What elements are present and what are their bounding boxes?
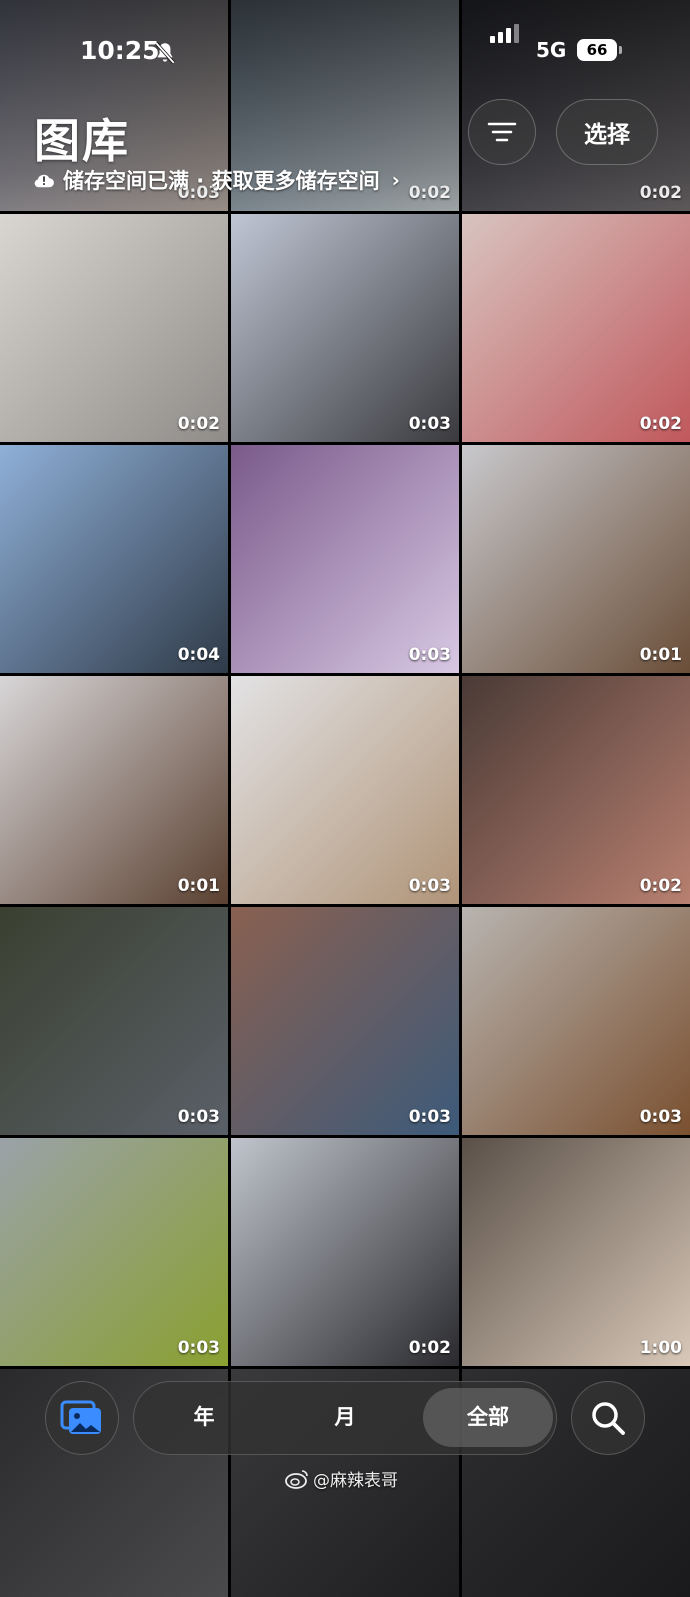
- video-duration: 1:00: [639, 1338, 682, 1358]
- status-time: 10:25: [80, 36, 160, 65]
- page-title: 图库: [34, 114, 130, 168]
- video-duration: 0:03: [408, 414, 451, 434]
- video-thumbnail[interactable]: 0:02: [0, 214, 228, 442]
- video-duration: 0:02: [639, 876, 682, 896]
- video-duration: 0:03: [177, 1338, 220, 1358]
- video-thumbnail[interactable]: 0:02: [462, 676, 690, 904]
- tab-month[interactable]: 月: [315, 1382, 375, 1453]
- video-duration: 0:03: [408, 1107, 451, 1127]
- watermark: @麻辣表哥: [285, 1466, 398, 1491]
- video-thumbnail[interactable]: 0:03: [0, 907, 228, 1135]
- video-duration: 0:01: [639, 645, 682, 665]
- video-thumbnail[interactable]: 0:03: [0, 1138, 228, 1366]
- video-thumbnail[interactable]: 0:03: [231, 445, 459, 673]
- storage-notice[interactable]: 储存空间已满 · 获取更多储存空间 ›: [33, 165, 400, 195]
- video-duration: 0:04: [177, 645, 220, 665]
- video-thumbnail[interactable]: 0:01: [462, 445, 690, 673]
- view-switcher: 年 月 全部: [133, 1381, 557, 1455]
- video-thumbnail[interactable]: 0:02: [462, 214, 690, 442]
- library-button[interactable]: [45, 1381, 119, 1455]
- filter-lines-icon: [487, 122, 517, 142]
- video-duration: 0:03: [408, 876, 451, 896]
- filter-button[interactable]: [468, 99, 536, 165]
- select-button[interactable]: 选择: [556, 99, 658, 165]
- video-thumbnail[interactable]: 0:03: [231, 676, 459, 904]
- watermark-text: @麻辣表哥: [313, 1471, 398, 1491]
- status-bar: 10:25 5G 66: [0, 24, 690, 68]
- photo-grid: 0:03 0:02 0:02 0:02 0:03 0:02 0:04 0:03 0:01 0:01…: [0, 0, 690, 1597]
- video-duration: 0:02: [408, 1338, 451, 1358]
- photos-library-icon: [60, 1400, 101, 1434]
- video-duration: 0:01: [177, 876, 220, 896]
- video-thumbnail[interactable]: 0:03: [462, 907, 690, 1135]
- video-duration: 0:03: [639, 1107, 682, 1127]
- video-thumbnail[interactable]: 0:03: [231, 907, 459, 1135]
- video-duration: 0:02: [639, 414, 682, 434]
- battery-indicator: 66: [577, 39, 617, 61]
- network-type: 5G: [536, 38, 567, 62]
- video-duration: 0:02: [639, 183, 682, 203]
- video-duration: 0:02: [408, 183, 451, 203]
- video-duration: 0:02: [177, 414, 220, 434]
- chevron-right-icon: ›: [391, 168, 400, 192]
- battery-tip: [619, 46, 622, 54]
- storage-notice-text: 储存空间已满 · 获取更多储存空间: [63, 169, 380, 193]
- video-thumbnail[interactable]: 0:02: [231, 1138, 459, 1366]
- search-icon: [592, 1402, 625, 1435]
- video-duration: 0:03: [408, 645, 451, 665]
- video-thumbnail[interactable]: 1:00: [462, 1138, 690, 1366]
- video-thumbnail[interactable]: 0:01: [0, 676, 228, 904]
- weibo-logo-icon: [285, 1469, 308, 1489]
- search-button[interactable]: [571, 1381, 645, 1455]
- video-thumbnail[interactable]: 0:03: [231, 214, 459, 442]
- bell-slash-icon: [155, 42, 175, 64]
- tab-year[interactable]: 年: [174, 1382, 234, 1453]
- video-duration: 0:03: [177, 1107, 220, 1127]
- video-thumbnail[interactable]: 0:04: [0, 445, 228, 673]
- tab-all[interactable]: 全部: [423, 1382, 553, 1453]
- cloud-alert-icon: [34, 174, 54, 188]
